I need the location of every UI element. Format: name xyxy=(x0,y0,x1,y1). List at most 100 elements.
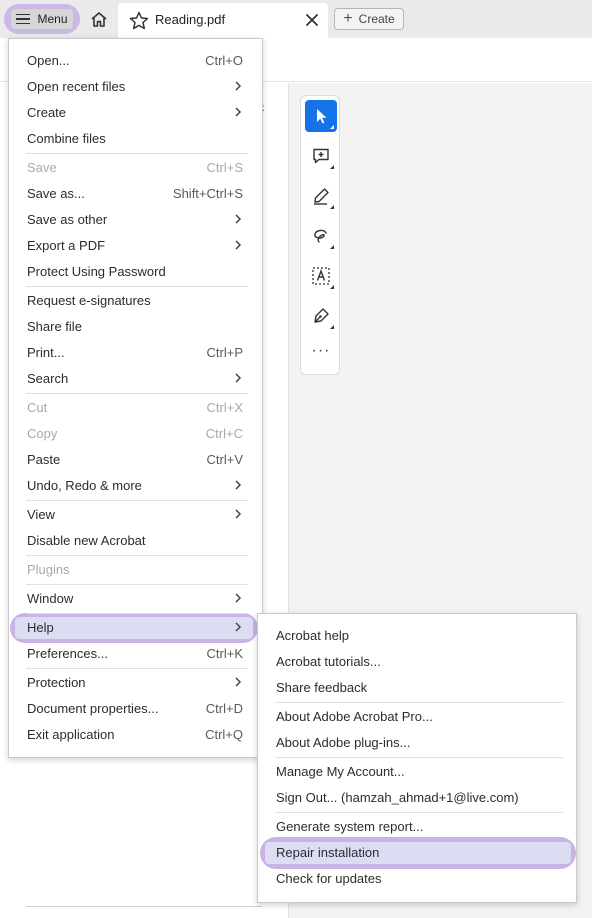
menu-item-acrobat-help[interactable]: Acrobat help xyxy=(258,623,576,649)
menu-separator xyxy=(26,584,248,585)
chevron-right-icon xyxy=(235,480,242,490)
menu-item-label: Check for updates xyxy=(276,871,382,886)
menu-item-share-feedback[interactable]: Share feedback xyxy=(258,675,576,701)
document-tab[interactable]: Reading.pdf xyxy=(118,3,328,38)
menu-item-document-properties[interactable]: Document properties... Ctrl+D xyxy=(9,696,262,722)
menu-item-save-as-other[interactable]: Save as other xyxy=(9,207,262,233)
menu-item-label: Save as other xyxy=(27,212,108,227)
menu-separator xyxy=(26,613,248,614)
menu-item-label: Share file xyxy=(27,319,82,334)
menu-item-shortcut: Ctrl+C xyxy=(205,426,243,441)
draw-tool[interactable] xyxy=(305,220,337,252)
menu-item-label: About Adobe Acrobat Pro... xyxy=(276,709,433,724)
menu-item-save-as[interactable]: Save as... Shift+Ctrl+S xyxy=(9,181,262,207)
menu-item-about-adobe-plug-ins[interactable]: About Adobe plug-ins... xyxy=(258,730,576,756)
chevron-right-icon xyxy=(235,107,242,117)
menu-item-label: Plugins xyxy=(27,562,70,577)
menu-item-window[interactable]: Window xyxy=(9,586,262,612)
menu-item-check-for-updates[interactable]: Check for updates xyxy=(258,866,576,892)
text-select-tool[interactable] xyxy=(305,260,337,292)
document-tab-title: Reading.pdf xyxy=(155,12,226,27)
menu-item-label: Manage My Account... xyxy=(276,764,405,779)
menu-item-create[interactable]: Create xyxy=(9,100,262,126)
menu-item-undo-redo-more[interactable]: Undo, Redo & more xyxy=(9,473,262,499)
chevron-right-icon xyxy=(235,214,242,224)
menu-item-label: Save xyxy=(27,160,57,175)
menu-item-label: Open recent files xyxy=(27,79,126,94)
star-icon[interactable] xyxy=(129,11,149,30)
chevron-right-icon xyxy=(235,373,242,383)
menu-item-paste[interactable]: Paste Ctrl+V xyxy=(9,447,262,473)
menu-separator xyxy=(26,393,248,394)
menu-item-combine-files[interactable]: Combine files xyxy=(9,126,262,152)
menu-item-repair-installation[interactable]: Repair installation xyxy=(258,840,576,866)
menu-button[interactable]: Menu xyxy=(11,9,73,29)
menu-item-protection[interactable]: Protection xyxy=(9,670,262,696)
menu-item-shortcut: Ctrl+Q xyxy=(205,727,243,742)
menu-item-about-adobe-acrobat-pro[interactable]: About Adobe Acrobat Pro... xyxy=(258,704,576,730)
create-button[interactable]: + Create xyxy=(334,8,404,30)
menu-separator xyxy=(275,757,563,758)
text-select-icon xyxy=(312,267,330,285)
menu-button-label: Menu xyxy=(37,12,68,26)
menu-item-generate-system-report[interactable]: Generate system report... xyxy=(258,814,576,840)
menu-item-label: About Adobe plug-ins... xyxy=(276,735,411,750)
menu-item-label: Sign Out... (hamzah_ahmad+1@live.com) xyxy=(276,790,519,805)
menu-item-preferences[interactable]: Preferences... Ctrl+K xyxy=(9,641,262,667)
menu-separator xyxy=(26,555,248,556)
highlight-tool[interactable] xyxy=(305,180,337,212)
menu-item-label: Document properties... xyxy=(27,701,159,716)
menu-item-exit-application[interactable]: Exit application Ctrl+Q xyxy=(9,722,262,748)
menu-item-label: Combine files xyxy=(27,131,106,146)
chevron-right-icon xyxy=(235,593,242,603)
menu-button-highlight[interactable]: Menu xyxy=(4,4,80,34)
menu-item-request-e-signatures[interactable]: Request e-signatures xyxy=(9,288,262,314)
sign-tool[interactable] xyxy=(305,300,337,332)
close-icon[interactable] xyxy=(304,12,320,28)
menu-item-export-a-pdf[interactable]: Export a PDF xyxy=(9,233,262,259)
help-submenu: Acrobat help Acrobat tutorials... Share fe… xyxy=(257,613,577,903)
left-panel-divider xyxy=(26,906,262,907)
menu-item-shortcut: Ctrl+V xyxy=(206,452,243,467)
menu-item-shortcut: Ctrl+S xyxy=(206,160,243,175)
menu-item-disable-new-acrobat[interactable]: Disable new Acrobat xyxy=(9,528,262,554)
menu-item-shortcut: Ctrl+X xyxy=(206,400,243,415)
more-options-icon[interactable]: ··· xyxy=(305,342,337,362)
menu-item-label: Acrobat help xyxy=(276,628,349,643)
hamburger-icon xyxy=(16,13,31,25)
menu-item-shortcut: Ctrl+D xyxy=(205,701,243,716)
menu-item-plugins: Plugins xyxy=(9,557,262,583)
menu-item-protect-using-password[interactable]: Protect Using Password xyxy=(9,259,262,285)
select-tool[interactable] xyxy=(305,100,337,132)
chevron-right-icon xyxy=(235,240,242,250)
add-comment-tool[interactable] xyxy=(305,140,337,172)
menu-item-search[interactable]: Search xyxy=(9,366,262,392)
menu-item-share-file[interactable]: Share file xyxy=(9,314,262,340)
menu-item-copy: Copy Ctrl+C xyxy=(9,421,262,447)
menu-item-shortcut: Ctrl+O xyxy=(205,53,243,68)
menu-item-view[interactable]: View xyxy=(9,502,262,528)
menu-item-save: Save Ctrl+S xyxy=(9,155,262,181)
menu-item-sign-out-hamzah-ahmad-1-live-com[interactable]: Sign Out... (hamzah_ahmad+1@live.com) xyxy=(258,785,576,811)
menu-item-open[interactable]: Open... Ctrl+O xyxy=(9,48,262,74)
menu-item-print[interactable]: Print... Ctrl+P xyxy=(9,340,262,366)
add-comment-icon xyxy=(313,148,329,164)
menu-item-help[interactable]: Help xyxy=(9,615,262,641)
menu-item-label: Share feedback xyxy=(276,680,368,695)
menu-item-label: Acrobat tutorials... xyxy=(276,654,381,669)
home-button[interactable] xyxy=(86,7,112,31)
menu-item-manage-my-account[interactable]: Manage My Account... xyxy=(258,759,576,785)
menu-item-open-recent-files[interactable]: Open recent files xyxy=(9,74,262,100)
menu-item-label: Undo, Redo & more xyxy=(27,478,142,493)
menu-item-label: Disable new Acrobat xyxy=(27,533,146,548)
menu-separator xyxy=(26,286,248,287)
menu-item-label: Exit application xyxy=(27,727,115,742)
menu-item-label: Repair installation xyxy=(276,845,380,860)
sign-icon xyxy=(314,308,329,323)
menu-item-shortcut: Shift+Ctrl+S xyxy=(172,186,243,201)
quick-tools-rail: ··· xyxy=(300,95,340,375)
chevron-right-icon xyxy=(235,81,242,91)
menu-item-label: Preferences... xyxy=(27,646,108,661)
menu-separator xyxy=(275,812,563,813)
menu-item-acrobat-tutorials[interactable]: Acrobat tutorials... xyxy=(258,649,576,675)
